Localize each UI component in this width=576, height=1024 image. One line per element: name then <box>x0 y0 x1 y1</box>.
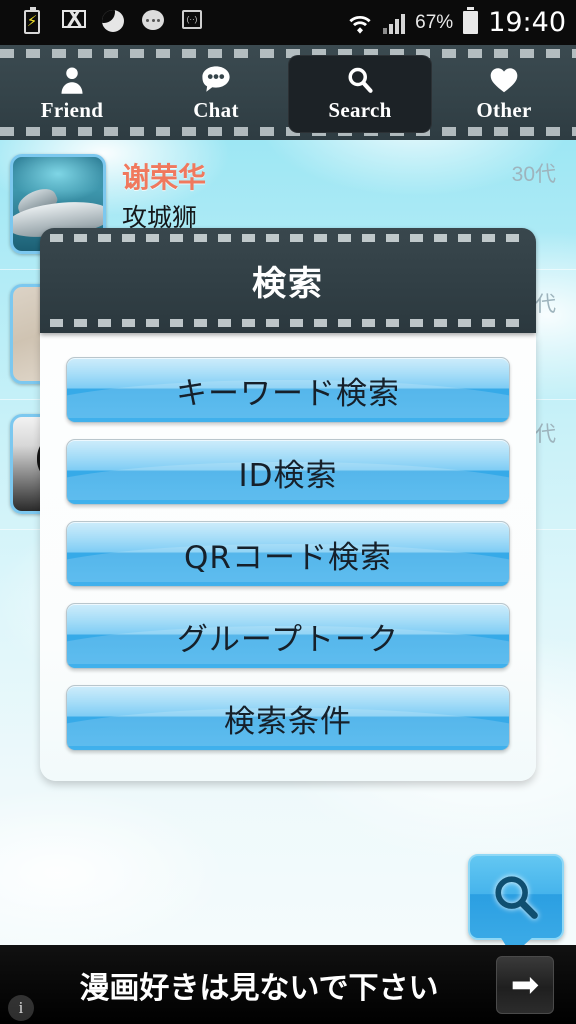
search-dialog-header: 検索 <box>40 228 536 333</box>
search-dialog-title: 検索 <box>252 264 324 304</box>
qr-code-search-label: QRコード検索 <box>184 539 392 576</box>
tab-chat[interactable]: Chat <box>144 55 288 133</box>
search-fab-button[interactable] <box>468 854 564 956</box>
battery-charging-icon: ⚡ <box>22 6 46 36</box>
ad-text: 漫画好きは見ないで下さい <box>79 970 439 1006</box>
tab-search[interactable]: Search <box>288 54 432 133</box>
tab-friend-label: Friend <box>40 98 104 122</box>
face-icon <box>142 9 166 36</box>
tab-other-label: Other <box>476 98 532 122</box>
friend-age: 代 <box>535 293 556 316</box>
search-dialog: 検索 キーワード検索 ID検索 QRコード検索 グループトーク 検索条件 <box>40 228 536 781</box>
search-conditions-label: 検索条件 <box>224 703 352 740</box>
battery-percent-label: 67% <box>415 11 454 33</box>
clock-label: 19:40 <box>488 7 566 38</box>
person-icon <box>57 64 87 96</box>
group-talk-button[interactable]: グループトーク <box>66 603 510 669</box>
film-perforation-bottom <box>50 319 526 327</box>
phone-screen: 谢荣华 攻城狮 30代 れ … 代 nd . 代 <box>0 0 576 1024</box>
tab-search-label: Search <box>328 98 392 122</box>
search-dialog-body: キーワード検索 ID検索 QRコード検索 グループトーク 検索条件 <box>40 333 536 781</box>
tab-friend[interactable]: Friend <box>0 55 144 133</box>
arrow-right-icon: ➡ <box>510 965 540 1004</box>
gmail-icon <box>62 9 86 36</box>
id-search-label: ID検索 <box>238 457 338 494</box>
qr-code-search-button[interactable]: QRコード検索 <box>66 521 510 587</box>
browser-icon <box>102 9 126 36</box>
magnifier-icon <box>345 64 375 96</box>
ad-arrow-button[interactable]: ➡ <box>496 955 554 1014</box>
keyword-search-label: キーワード検索 <box>176 375 400 412</box>
heart-icon <box>487 64 521 96</box>
app-icon <box>182 9 206 36</box>
status-bar: ⚡ 67% 19:40 <box>0 0 576 45</box>
battery-icon <box>463 7 479 34</box>
search-conditions-button[interactable]: 検索条件 <box>66 685 510 751</box>
chat-bubble-icon <box>199 64 233 96</box>
friend-age: 代 <box>535 423 556 446</box>
tab-other[interactable]: Other <box>432 55 576 133</box>
id-search-button[interactable]: ID検索 <box>66 439 510 505</box>
magnifier-icon <box>495 876 538 919</box>
friend-name: 谢荣华 <box>122 162 207 193</box>
friend-age: 30代 <box>511 163 556 186</box>
status-bar-right-icons: 67% 19:40 <box>347 7 566 38</box>
wifi-icon <box>347 11 373 35</box>
status-bar-left-icons: ⚡ <box>22 6 206 36</box>
tab-chat-label: Chat <box>193 98 239 122</box>
ad-banner[interactable]: 漫画好きは見ないで下さい ➡ i <box>0 945 576 1024</box>
main-tab-bar: Friend Chat Search Other <box>0 45 576 140</box>
film-perforation-top <box>50 234 526 242</box>
group-talk-label: グループトーク <box>176 621 400 658</box>
cellular-signal-icon <box>383 12 406 34</box>
keyword-search-button[interactable]: キーワード検索 <box>66 357 510 423</box>
info-icon[interactable]: i <box>8 995 34 1021</box>
